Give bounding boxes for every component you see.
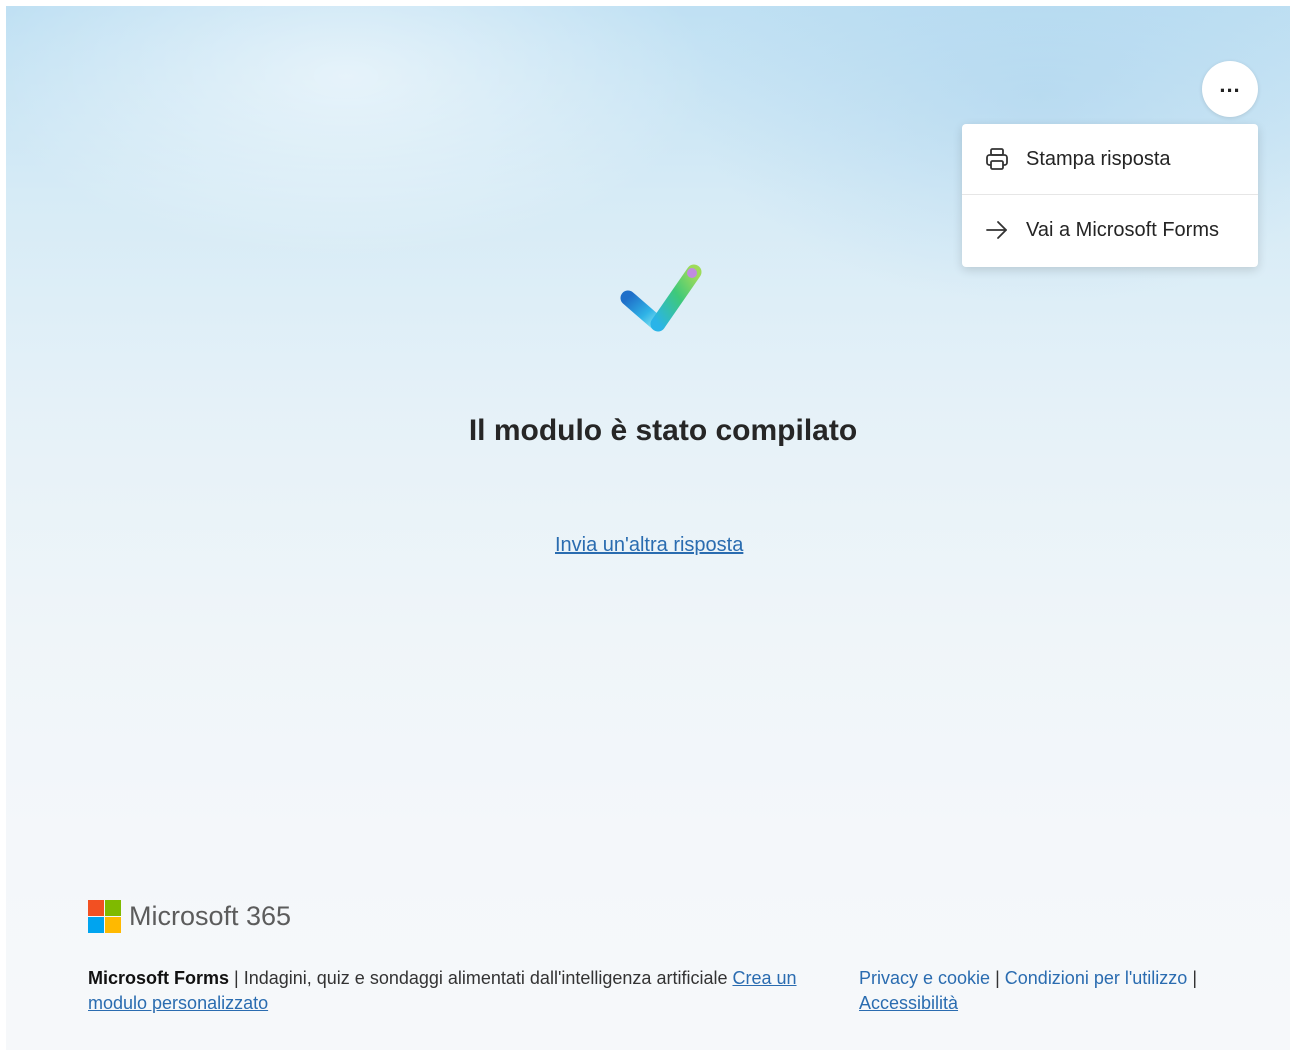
accessibility-link[interactable]: Accessibilità — [859, 993, 958, 1013]
footer-separator: | — [234, 968, 239, 988]
arrow-right-icon — [982, 215, 1012, 245]
footer-separator: | — [1192, 968, 1198, 988]
printer-icon — [982, 144, 1012, 174]
success-checkmark-icon — [618, 258, 708, 338]
footer-brand: Microsoft Forms — [88, 968, 230, 988]
create-link-text-2: modulo personalizzato — [88, 993, 269, 1013]
menu-item-print-response[interactable]: Stampa risposta — [962, 124, 1258, 195]
terms-of-use-link[interactable]: Condizioni per l'utilizzo — [1005, 968, 1188, 988]
footer-left: Microsoft Forms | Indagini, quiz e sonda… — [88, 966, 860, 1016]
create-link-text-1: Crea un — [732, 968, 797, 988]
footer-links: Privacy e cookie | Condizioni per l'util… — [859, 966, 1239, 1016]
microsoft-365-logo: Microsoft 365 — [88, 900, 291, 933]
microsoft-365-wordmark: Microsoft 365 — [129, 901, 292, 931]
page-title: Il modulo è stato compilato — [468, 414, 858, 447]
privacy-cookies-link[interactable]: Privacy e cookie — [859, 968, 990, 988]
options-menu: Stampa risposta Vai a Microsoft Forms — [962, 124, 1258, 267]
menu-item-label: Vai a Microsoft Forms — [1026, 218, 1219, 241]
more-options-button[interactable]: ... — [1202, 61, 1258, 117]
page-background: ... Stampa risposta Vai a Microsoft Form… — [6, 6, 1290, 1050]
footer-separator: | — [995, 968, 1000, 988]
footer-tagline: Indagini, quiz e sondaggi alimentati dal… — [243, 968, 728, 988]
ellipsis-icon: ... — [1219, 72, 1241, 97]
menu-item-label: Stampa risposta — [1026, 147, 1171, 170]
send-another-response-link[interactable]: Invia un'altra risposta — [555, 534, 743, 557]
menu-item-go-to-forms[interactable]: Vai a Microsoft Forms — [962, 195, 1258, 265]
microsoft-logo-icon — [88, 900, 121, 933]
